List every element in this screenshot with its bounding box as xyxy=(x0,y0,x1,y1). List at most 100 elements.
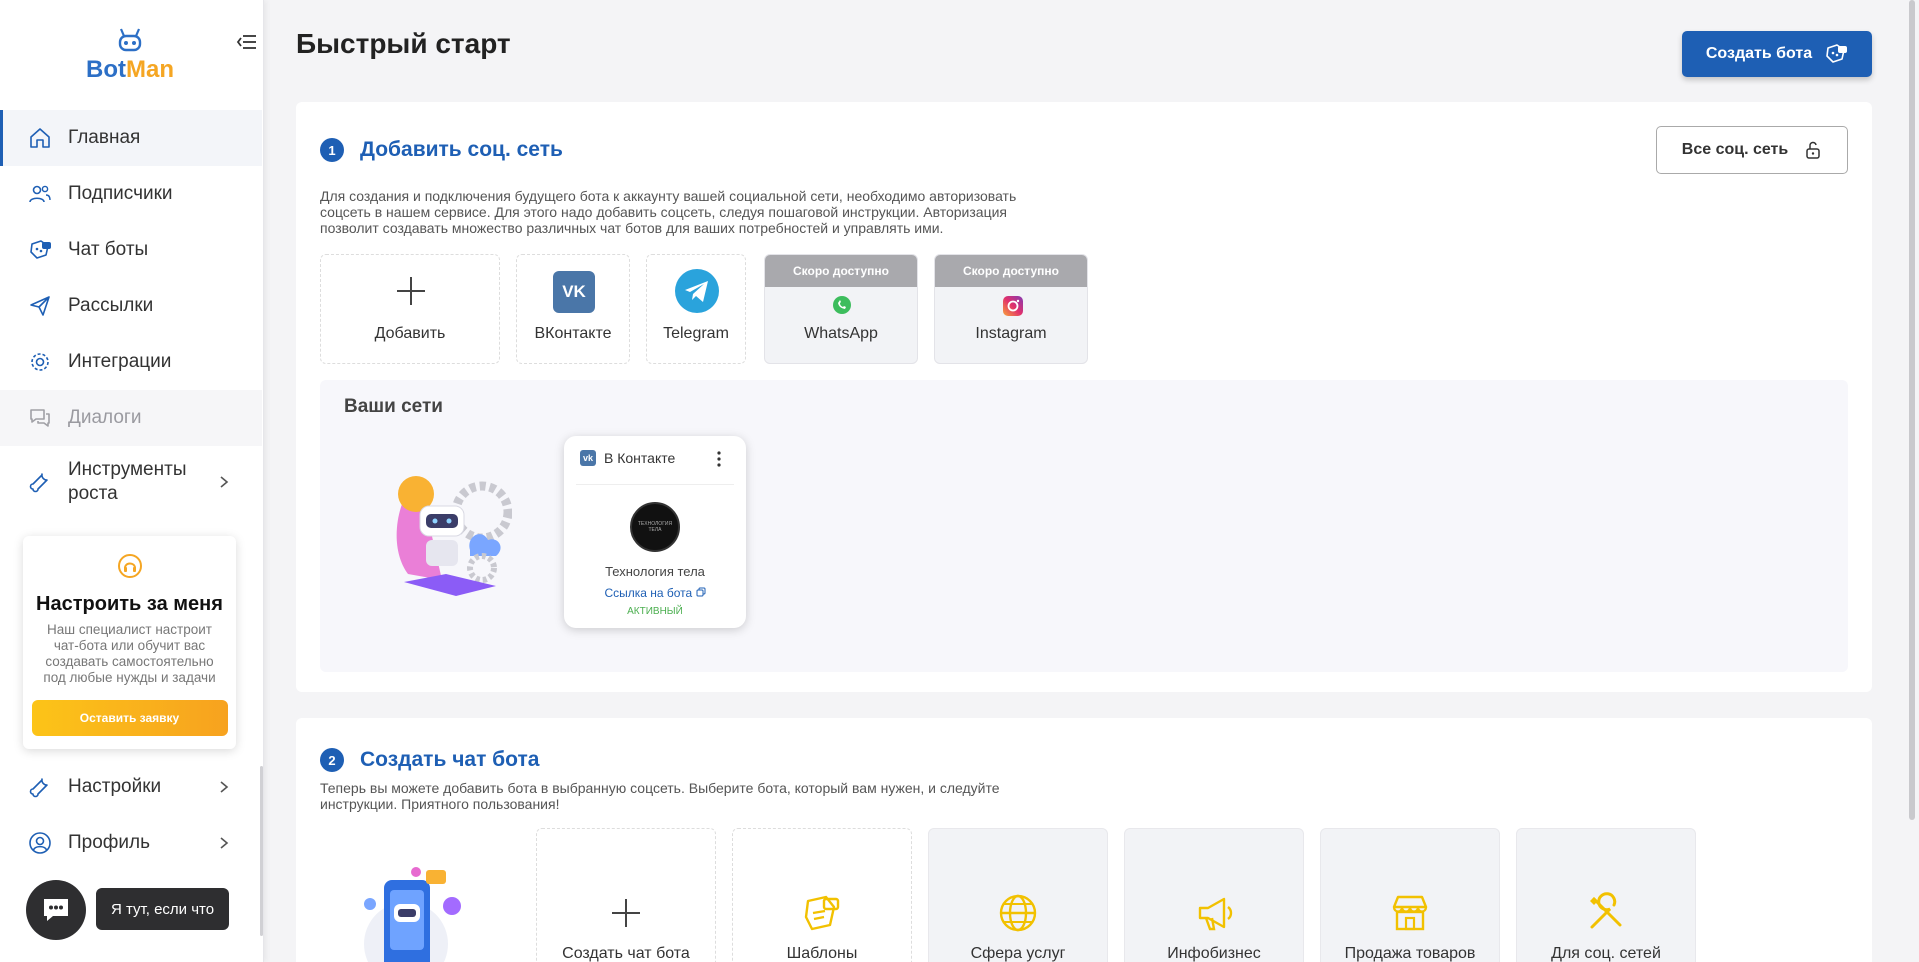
home-icon xyxy=(30,128,50,148)
tile-label: WhatsApp xyxy=(804,325,878,342)
promo-title: Настроить за меня xyxy=(36,593,223,615)
leave-request-button[interactable]: Оставить заявку xyxy=(31,700,228,736)
templates-tile[interactable]: Шаблоны xyxy=(732,828,912,962)
sidebar-nav-bottom: Настройки Профиль xyxy=(0,759,262,871)
status-badge: АКТИВНЫЙ xyxy=(627,606,683,617)
sidebar-item-label: Диалоги xyxy=(68,407,142,428)
network-name: В Контакте xyxy=(604,450,676,466)
step-2-description: Теперь вы можете добавить бота в выбранн… xyxy=(320,780,1000,812)
templates-icon xyxy=(804,895,840,931)
tile-label: Instagram xyxy=(975,325,1047,342)
more-vertical-icon[interactable] xyxy=(716,450,722,468)
bot-link-label: Ссылка на бота xyxy=(604,586,693,600)
robot-illustration xyxy=(396,476,512,596)
telegram-tile[interactable]: Telegram xyxy=(646,254,746,364)
collapse-menu-icon[interactable] xyxy=(236,32,258,52)
support-chat-button[interactable] xyxy=(26,880,86,940)
page-scrollbar[interactable] xyxy=(1909,0,1915,820)
sidebar-item-settings[interactable]: Настройки xyxy=(0,759,262,815)
sidebar: BotMan Главная Подписчики Чат боты Рассы… xyxy=(0,0,264,962)
step-1-description: Для создания и подключения будущего бота… xyxy=(320,188,1016,236)
infobusiness-tile[interactable]: Инфобизнес xyxy=(1124,828,1304,962)
all-networks-label: Все соц. сеть xyxy=(1681,141,1789,158)
plus-icon xyxy=(397,277,425,305)
shop-icon xyxy=(1392,895,1428,931)
users-icon xyxy=(29,185,51,203)
logo-man: Man xyxy=(125,56,174,83)
telegram-icon xyxy=(675,269,719,313)
tile-label: Создать чат бота xyxy=(562,945,690,962)
bot-name: Технология тела xyxy=(605,564,705,579)
step-1-header: 1 Добавить соц. сеть xyxy=(320,138,563,162)
page-title: Быстрый старт xyxy=(296,28,511,59)
sidebar-item-home[interactable]: Главная xyxy=(0,110,262,166)
your-networks-title: Ваши сети xyxy=(344,396,443,417)
tile-label: ВКонтакте xyxy=(534,325,612,342)
coming-soon-badge: Скоро доступно xyxy=(935,255,1087,287)
sidebar-item-label: Инструменты роста xyxy=(68,459,187,504)
sidebar-item-dialogs[interactable]: Диалоги xyxy=(0,390,262,446)
sidebar-item-subscribers[interactable]: Подписчики xyxy=(0,166,262,222)
all-networks-button[interactable]: Все соц. сеть xyxy=(1656,126,1848,174)
sell-goods-tile[interactable]: Продажа товаров xyxy=(1320,828,1500,962)
sidebar-item-integrations[interactable]: Интеграции xyxy=(0,334,262,390)
tile-label: Продажа товаров xyxy=(1344,945,1476,962)
sidebar-item-mailings[interactable]: Рассылки xyxy=(0,278,262,334)
step-2-header: 2 Создать чат бота xyxy=(320,748,539,772)
sidebar-nav: Главная Подписчики Чат боты Рассылки Инт… xyxy=(0,110,262,518)
unlock-icon xyxy=(1806,141,1820,159)
chevron-right-icon xyxy=(220,476,229,488)
plus-icon xyxy=(612,899,640,927)
step-title: Создать чат бота xyxy=(360,748,540,771)
step-number: 2 xyxy=(320,748,344,772)
sidebar-item-growth-tools[interactable]: Инструменты роста xyxy=(0,446,262,518)
instagram-tile[interactable]: Скоро доступно Instagram xyxy=(934,254,1088,364)
description-line: инструкции. Приятного пользования! xyxy=(320,796,560,812)
divider xyxy=(576,484,734,485)
description-line: Теперь вы можете добавить бота в выбранн… xyxy=(320,780,1000,796)
whatsapp-icon xyxy=(833,296,851,314)
sidebar-item-chatbots[interactable]: Чат боты xyxy=(0,222,262,278)
step-number: 1 xyxy=(320,138,344,162)
vk-tile[interactable]: VK ВКонтакте xyxy=(516,254,630,364)
vk-icon: VK xyxy=(553,271,595,313)
setup-for-me-card: Настроить за меня Наш специалист настрои… xyxy=(23,536,236,749)
logo-bot: Bot xyxy=(86,56,126,83)
chat-icon xyxy=(44,899,68,921)
promo-text: Наш специалист настроит чат-бота или обу… xyxy=(43,622,216,685)
logo-text: BotMan xyxy=(0,56,260,84)
create-chatbot-card: 2 Создать чат бота Теперь вы можете доба… xyxy=(296,718,1872,962)
globe-icon xyxy=(999,894,1037,932)
tile-label: Telegram xyxy=(663,325,729,342)
chevron-right-icon xyxy=(220,837,229,849)
add-network-tile[interactable]: Добавить xyxy=(320,254,500,364)
description-line: соцсеть в нашем сервисе. Для этого надо … xyxy=(320,204,1008,220)
network-card[interactable]: vk В Контакте ТЕХНОЛОГИЯ ТЕЛА Технология… xyxy=(564,436,746,628)
gear-icon xyxy=(31,353,49,371)
sidebar-scrollbar[interactable] xyxy=(260,766,263,936)
sidebar-item-profile[interactable]: Профиль xyxy=(0,815,262,871)
robot-logo-icon xyxy=(118,28,142,52)
social-networks-tile[interactable]: Для соц. сетей xyxy=(1516,828,1696,962)
phone-robot-illustration xyxy=(364,867,461,962)
instagram-icon xyxy=(1003,296,1023,316)
tile-label: Для соц. сетей xyxy=(1551,945,1661,962)
support-icon xyxy=(117,554,142,578)
user-icon xyxy=(29,832,51,854)
create-bot-label: Создать бота xyxy=(1705,45,1813,62)
whatsapp-tile[interactable]: Скоро доступно WhatsApp xyxy=(764,254,918,364)
logo[interactable]: BotMan xyxy=(0,26,260,84)
create-bot-button[interactable]: Создать бота xyxy=(1682,31,1872,77)
description-line: позволит создавать множество различных ч… xyxy=(320,220,944,236)
tile-label: Инфобизнес xyxy=(1167,945,1261,962)
services-tile[interactable]: Сфера услуг xyxy=(928,828,1108,962)
send-icon xyxy=(30,296,50,316)
sidebar-item-label: Чат боты xyxy=(68,239,149,260)
sidebar-item-label: Настройки xyxy=(68,776,162,797)
step-title: Добавить соц. сеть xyxy=(360,138,563,161)
chatbot-icon xyxy=(30,240,51,259)
bot-link[interactable]: Ссылка на бота xyxy=(564,586,746,600)
create-chatbot-tile[interactable]: Создать чат бота xyxy=(536,828,716,962)
tile-label: Шаблоны xyxy=(786,945,858,962)
megaphone-icon xyxy=(1198,897,1233,931)
